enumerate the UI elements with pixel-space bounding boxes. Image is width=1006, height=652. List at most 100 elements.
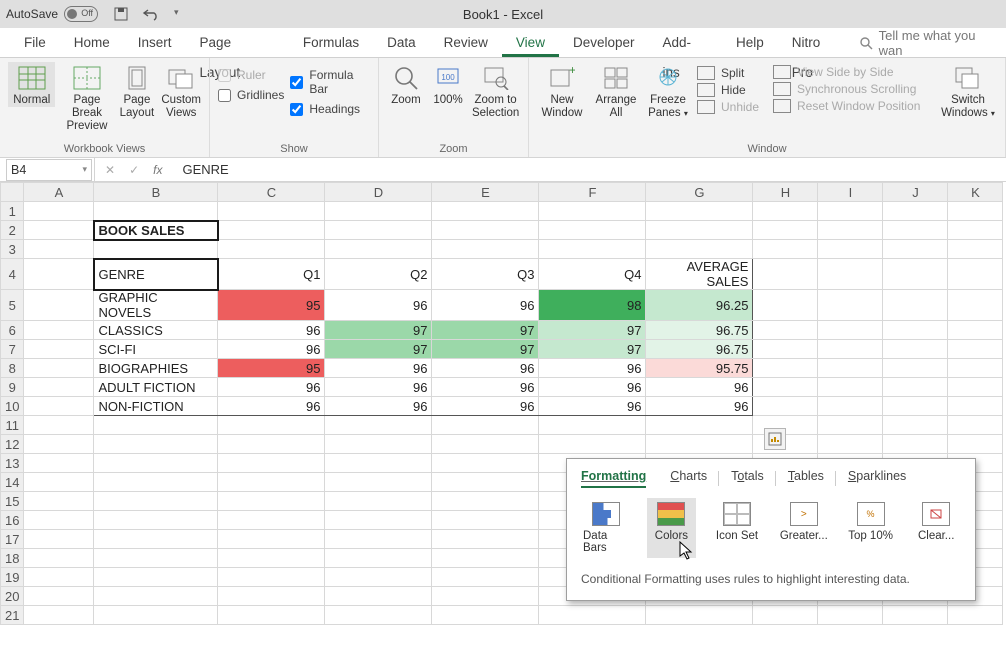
cell-E3[interactable] — [432, 240, 539, 259]
cell-E14[interactable] — [432, 473, 539, 492]
cell-C21[interactable] — [218, 606, 325, 625]
cell-A12[interactable] — [24, 435, 94, 454]
col-header-G[interactable]: G — [646, 183, 753, 202]
formula-input[interactable]: GENRE — [172, 162, 1006, 177]
cell-E9[interactable]: 96 — [432, 378, 539, 397]
col-header-K[interactable]: K — [948, 183, 1003, 202]
qa-tab-totals[interactable]: Totals — [731, 469, 764, 488]
cell-K6[interactable] — [948, 321, 1003, 340]
cell-D10[interactable]: 96 — [325, 397, 432, 416]
cell-K9[interactable] — [948, 378, 1003, 397]
cell-C16[interactable] — [218, 511, 325, 530]
freeze-panes-button[interactable]: Freeze Panes ▾ — [645, 62, 691, 120]
cell-A1[interactable] — [24, 202, 94, 221]
col-header-H[interactable]: H — [753, 183, 818, 202]
cell-D12[interactable] — [325, 435, 432, 454]
cell-B17[interactable] — [94, 530, 218, 549]
cell-K5[interactable] — [948, 290, 1003, 321]
cell-E8[interactable]: 96 — [432, 359, 539, 378]
fx-icon[interactable]: fx — [153, 163, 162, 177]
row-header-18[interactable]: 18 — [1, 549, 24, 568]
row-header-5[interactable]: 5 — [1, 290, 24, 321]
headings-checkbox[interactable]: Headings — [290, 102, 370, 116]
cell-H1[interactable] — [753, 202, 818, 221]
row-header-20[interactable]: 20 — [1, 587, 24, 606]
cell-B19[interactable] — [94, 568, 218, 587]
tab-page-layout[interactable]: Page Layout — [186, 28, 289, 57]
cell-I2[interactable] — [818, 221, 883, 240]
tab-file[interactable]: File — [10, 28, 60, 57]
cell-G11[interactable] — [646, 416, 753, 435]
unhide-button[interactable]: Unhide — [697, 100, 767, 114]
cell-F21[interactable] — [539, 606, 646, 625]
accept-formula-icon[interactable]: ✓ — [129, 163, 139, 177]
row-header-19[interactable]: 19 — [1, 568, 24, 587]
qa-tab-formatting[interactable]: Formatting — [581, 469, 646, 488]
custom-views-button[interactable]: Custom Views — [161, 62, 201, 120]
cell-C18[interactable] — [218, 549, 325, 568]
cell-K21[interactable] — [948, 606, 1003, 625]
cell-F10[interactable]: 96 — [539, 397, 646, 416]
worksheet[interactable]: ABCDEFGHIJK12BOOK SALES34GENREQ1Q2Q3Q4AV… — [0, 182, 1006, 625]
undo-icon[interactable] — [142, 7, 160, 21]
col-header-F[interactable]: F — [539, 183, 646, 202]
cell-E11[interactable] — [432, 416, 539, 435]
cell-C9[interactable]: 96 — [218, 378, 325, 397]
cell-F2[interactable] — [539, 221, 646, 240]
cell-E20[interactable] — [432, 587, 539, 606]
col-header-A[interactable]: A — [24, 183, 94, 202]
cell-J11[interactable] — [883, 416, 948, 435]
cell-I11[interactable] — [818, 416, 883, 435]
qa-clear[interactable]: Clear... — [911, 498, 961, 558]
zoom-100-button[interactable]: 100 100% — [431, 62, 465, 107]
autosave-toggle[interactable]: AutoSave Off — [6, 6, 98, 22]
cell-A4[interactable] — [24, 259, 94, 290]
ruler-checkbox[interactable]: Ruler — [218, 68, 284, 82]
cell-H6[interactable] — [753, 321, 818, 340]
cell-B15[interactable] — [94, 492, 218, 511]
cell-B10[interactable]: NON-FICTION — [94, 397, 218, 416]
qa-greater[interactable]: > Greater... — [778, 498, 830, 558]
cell-A20[interactable] — [24, 587, 94, 606]
row-header-8[interactable]: 8 — [1, 359, 24, 378]
cell-I9[interactable] — [818, 378, 883, 397]
cell-H7[interactable] — [753, 340, 818, 359]
cell-A14[interactable] — [24, 473, 94, 492]
tab-addins[interactable]: Add-ins — [649, 28, 722, 57]
chevron-down-icon[interactable]: ▾ — [82, 164, 87, 175]
cell-A8[interactable] — [24, 359, 94, 378]
cell-F6[interactable]: 97 — [539, 321, 646, 340]
tab-insert[interactable]: Insert — [124, 28, 186, 57]
cell-C1[interactable] — [218, 202, 325, 221]
tell-me-search[interactable]: Tell me what you wan — [859, 28, 1006, 57]
page-break-preview-button[interactable]: Page Break Preview — [61, 62, 112, 134]
cell-E15[interactable] — [432, 492, 539, 511]
cell-G1[interactable] — [646, 202, 753, 221]
cell-A10[interactable] — [24, 397, 94, 416]
row-header-10[interactable]: 10 — [1, 397, 24, 416]
cell-C17[interactable] — [218, 530, 325, 549]
cell-K2[interactable] — [948, 221, 1003, 240]
cell-F5[interactable]: 98 — [539, 290, 646, 321]
cell-C15[interactable] — [218, 492, 325, 511]
cell-F3[interactable] — [539, 240, 646, 259]
cell-H9[interactable] — [753, 378, 818, 397]
cell-C11[interactable] — [218, 416, 325, 435]
cell-C10[interactable]: 96 — [218, 397, 325, 416]
cell-G7[interactable]: 96.75 — [646, 340, 753, 359]
cell-A2[interactable] — [24, 221, 94, 240]
cell-B13[interactable] — [94, 454, 218, 473]
new-window-button[interactable]: + New Window — [537, 62, 587, 120]
cell-C2[interactable] — [218, 221, 325, 240]
cell-B18[interactable] — [94, 549, 218, 568]
cell-E21[interactable] — [432, 606, 539, 625]
row-header-16[interactable]: 16 — [1, 511, 24, 530]
cell-J6[interactable] — [883, 321, 948, 340]
col-header-I[interactable]: I — [818, 183, 883, 202]
cell-I1[interactable] — [818, 202, 883, 221]
cell-E2[interactable] — [432, 221, 539, 240]
cell-H3[interactable] — [753, 240, 818, 259]
cell-B14[interactable] — [94, 473, 218, 492]
cell-A21[interactable] — [24, 606, 94, 625]
cell-I10[interactable] — [818, 397, 883, 416]
